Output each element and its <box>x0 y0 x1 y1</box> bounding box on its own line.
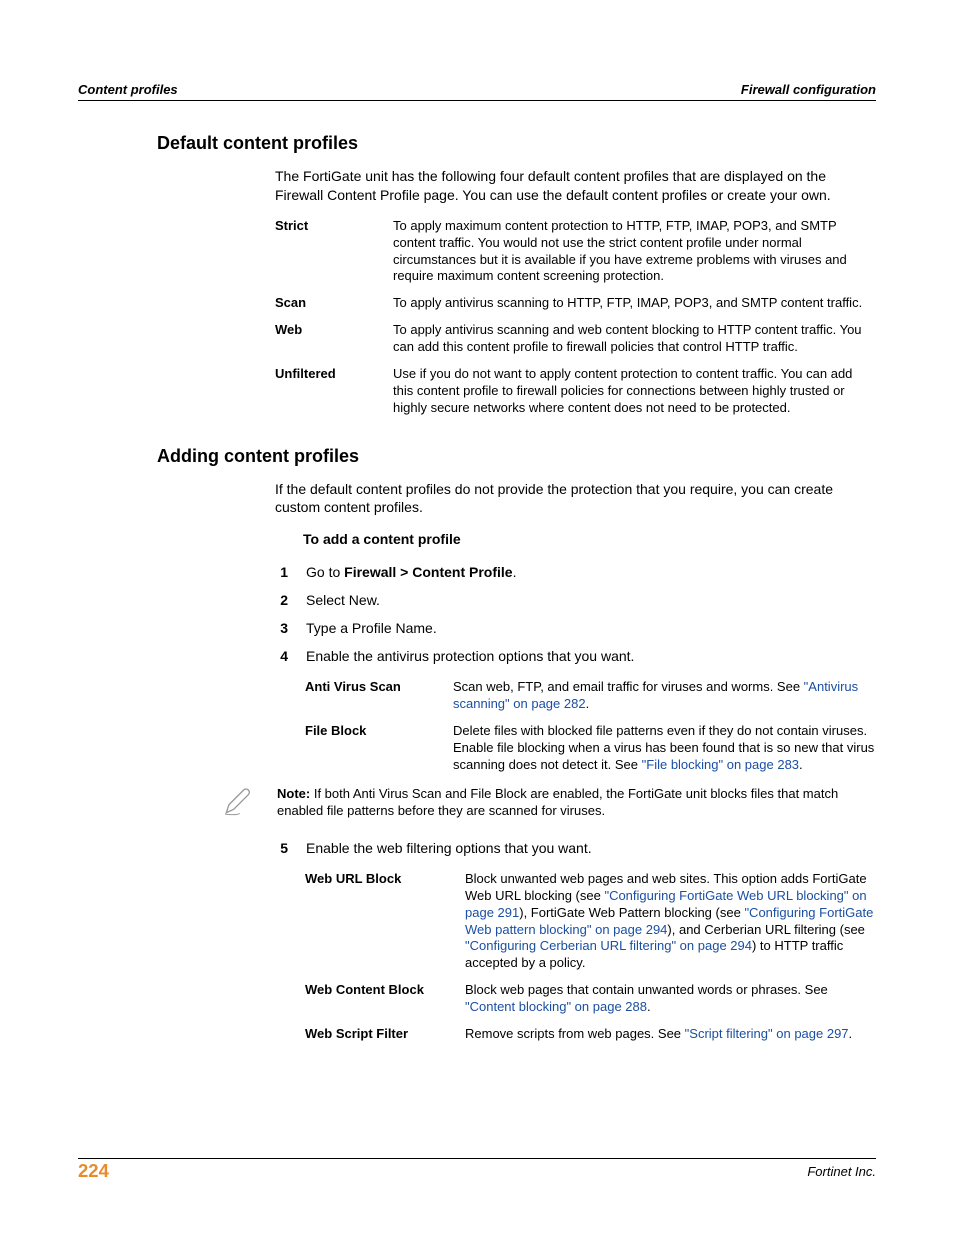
heading-default-profiles: Default content profiles <box>157 132 876 155</box>
note-text: Note: If both Anti Virus Scan and File B… <box>277 786 876 820</box>
desc-file-block: Delete files with blocked file patterns … <box>453 723 876 774</box>
heading-adding-profiles: Adding content profiles <box>157 445 876 468</box>
step-body: Select New. <box>306 591 876 609</box>
document-page: Content profiles Firewall configuration … <box>0 0 954 1235</box>
link-cerberian-filter[interactable]: "Configuring Cerberian URL filtering" on… <box>465 938 752 953</box>
term-strict: Strict <box>275 218 385 286</box>
term-content-block: Web Content Block <box>305 982 457 1016</box>
av1-post: . <box>799 757 803 772</box>
running-header-right: Firewall configuration <box>741 82 876 99</box>
antivirus-options: Anti Virus Scan Scan web, FTP, and email… <box>305 679 876 773</box>
wf-urlblock-t2: ), FortiGate Web Pattern blocking (see <box>519 905 744 920</box>
av0-post: . <box>586 696 590 711</box>
wf-sf-t2: . <box>849 1026 853 1041</box>
step1-bold: Firewall > Content Profile <box>344 564 512 580</box>
wf-cb-t2: . <box>647 999 651 1014</box>
step-body: Enable the web filtering options that yo… <box>306 839 876 857</box>
desc-url-block: Block unwanted web pages and web sites. … <box>465 871 876 972</box>
link-script-filtering[interactable]: "Script filtering" on page 297 <box>685 1026 849 1041</box>
term-scan: Scan <box>275 295 385 312</box>
desc-script-filter: Remove scripts from web pages. See "Scri… <box>465 1026 876 1043</box>
note-bold: Note: <box>277 786 310 801</box>
page-number: 224 <box>78 1159 109 1183</box>
running-header-left: Content profiles <box>78 82 178 99</box>
subhead-to-add: To add a content profile <box>303 530 876 548</box>
av0-pre: Scan web, FTP, and email traffic for vir… <box>453 679 804 694</box>
term-unfiltered: Unfiltered <box>275 366 385 417</box>
step-num: 1 <box>260 563 288 581</box>
term-script-filter: Web Script Filter <box>305 1026 457 1043</box>
steps-list-cont: 5 Enable the web filtering options that … <box>157 839 876 857</box>
step1-suffix: . <box>513 564 517 580</box>
link-file-blocking[interactable]: "File blocking" on page 283 <box>642 757 799 772</box>
term-av-scan: Anti Virus Scan <box>305 679 445 713</box>
step-body: Type a Profile Name. <box>306 619 876 637</box>
main-content: Default content profiles The FortiGate u… <box>157 132 876 1043</box>
desc-unfiltered: Use if you do not want to apply content … <box>393 366 876 417</box>
footer-company: Fortinet Inc. <box>807 1164 876 1181</box>
wf-cb-t1: Block web pages that contain unwanted wo… <box>465 982 828 997</box>
wf-sf-t1: Remove scripts from web pages. See <box>465 1026 685 1041</box>
note-body: If both Anti Virus Scan and File Block a… <box>277 786 838 818</box>
pencil-note-icon <box>221 786 253 818</box>
desc-strict: To apply maximum content protection to H… <box>393 218 876 286</box>
webfilter-options: Web URL Block Block unwanted web pages a… <box>305 871 876 1043</box>
header-rule <box>78 100 876 101</box>
desc-content-block: Block web pages that contain unwanted wo… <box>465 982 876 1016</box>
step-body: Enable the antivirus protection options … <box>306 647 876 665</box>
intro-default: The FortiGate unit has the following fou… <box>275 167 876 203</box>
steps-list: 1 Go to Firewall > Content Profile. 2 Se… <box>157 563 876 666</box>
step-num: 3 <box>260 619 288 637</box>
default-profiles-list: Strict To apply maximum content protecti… <box>275 218 876 417</box>
step-3: 3 Type a Profile Name. <box>260 619 876 637</box>
step-2: 2 Select New. <box>260 591 876 609</box>
term-file-block: File Block <box>305 723 445 774</box>
desc-av-scan: Scan web, FTP, and email traffic for vir… <box>453 679 876 713</box>
link-content-blocking[interactable]: "Content blocking" on page 288 <box>465 999 647 1014</box>
step-1: 1 Go to Firewall > Content Profile. <box>260 563 876 581</box>
footer-rule <box>78 1158 876 1159</box>
step-body: Go to Firewall > Content Profile. <box>306 563 876 581</box>
desc-web: To apply antivirus scanning and web cont… <box>393 322 876 356</box>
step-num: 5 <box>260 839 288 857</box>
step-5: 5 Enable the web filtering options that … <box>260 839 876 857</box>
step1-prefix: Go to <box>306 564 344 580</box>
term-web: Web <box>275 322 385 356</box>
step-num: 2 <box>260 591 288 609</box>
term-url-block: Web URL Block <box>305 871 457 972</box>
intro-adding: If the default content profiles do not p… <box>275 480 876 516</box>
note-block: Note: If both Anti Virus Scan and File B… <box>221 786 876 823</box>
note-icon <box>221 786 267 823</box>
wf-urlblock-t3: ), and Cerberian URL filtering (see <box>667 922 865 937</box>
step-4: 4 Enable the antivirus protection option… <box>260 647 876 665</box>
desc-scan: To apply antivirus scanning to HTTP, FTP… <box>393 295 876 312</box>
step-num: 4 <box>260 647 288 665</box>
